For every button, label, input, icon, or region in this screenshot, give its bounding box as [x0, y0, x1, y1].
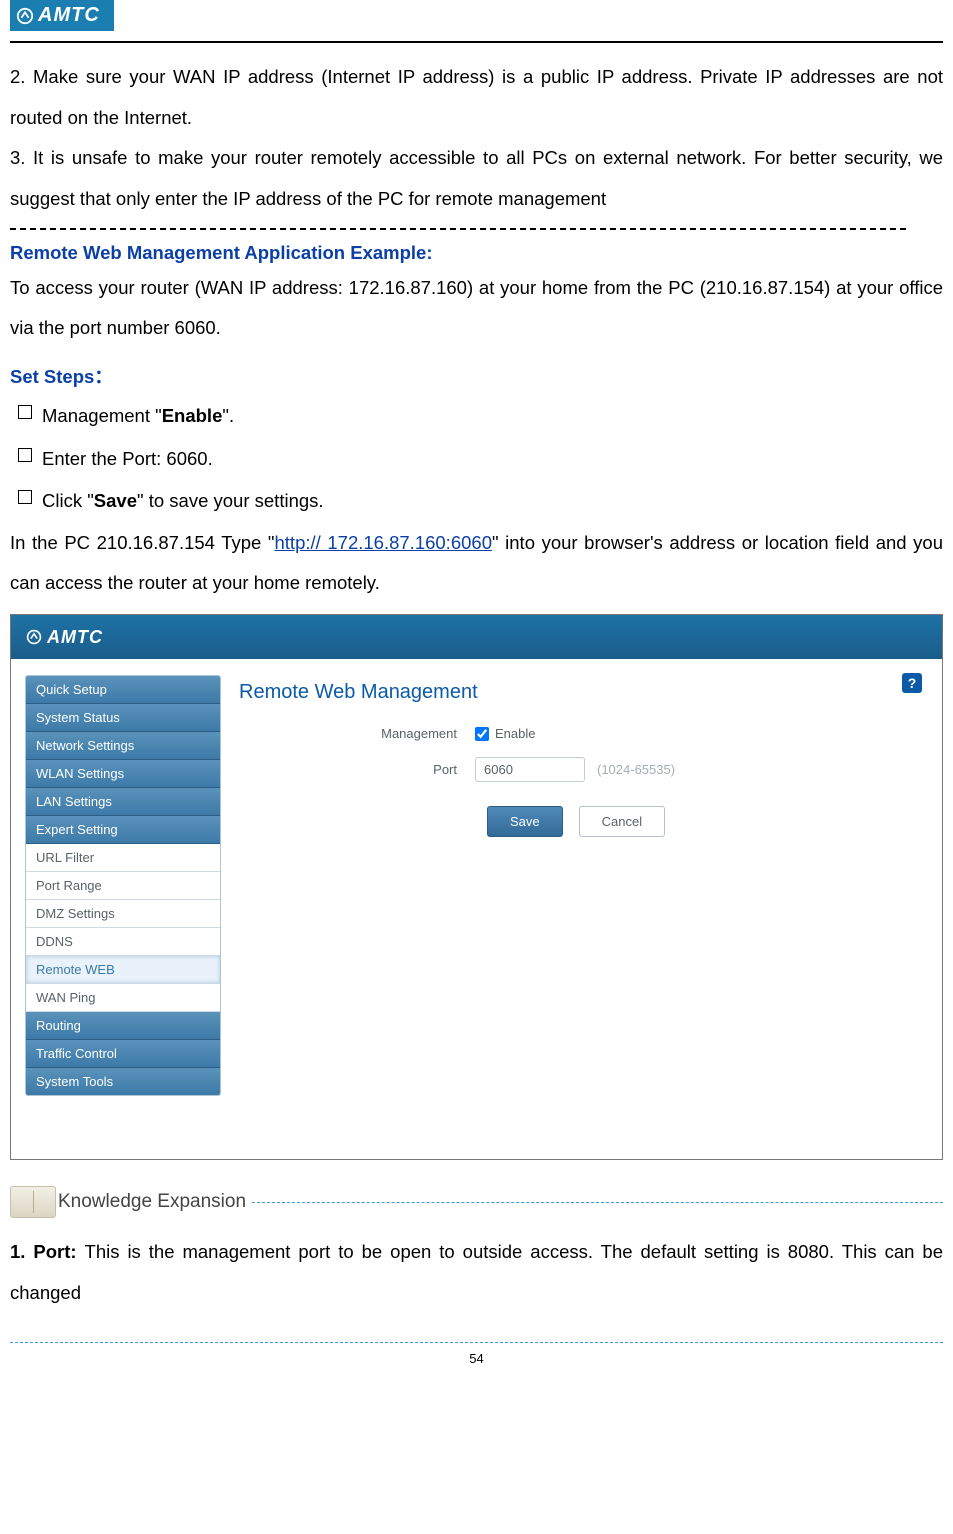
nav-system-status[interactable]: System Status: [26, 704, 220, 732]
step-2: Enter the Port: 6060.: [42, 438, 943, 481]
cancel-button[interactable]: Cancel: [579, 806, 665, 837]
step-3c: " to save your settings.: [137, 490, 324, 511]
label-management: Management: [347, 726, 457, 741]
help-icon[interactable]: ?: [902, 673, 922, 693]
step-list: Management "Enable". Enter the Port: 606…: [10, 395, 943, 523]
example-text: To access your router (WAN IP address: 1…: [10, 268, 943, 349]
ss-title: Remote Web Management: [239, 681, 928, 704]
nav-dmz-settings[interactable]: DMZ Settings: [26, 900, 220, 928]
nav-wlan-settings[interactable]: WLAN Settings: [26, 760, 220, 788]
router-screenshot: AMTC Quick Setup System Status Network S…: [10, 614, 943, 1160]
nav-lan-settings[interactable]: LAN Settings: [26, 788, 220, 816]
nav-system-tools[interactable]: System Tools: [26, 1068, 220, 1095]
label-port: Port: [347, 762, 457, 777]
nav-network-settings[interactable]: Network Settings: [26, 732, 220, 760]
nav-routing[interactable]: Routing: [26, 1012, 220, 1040]
divider-dashed: [10, 228, 906, 230]
page-number: 54: [10, 1351, 943, 1366]
example-url-link[interactable]: http:// 172.16.87.160:6060: [275, 532, 492, 553]
example-heading: Remote Web Management Application Exampl…: [10, 242, 943, 264]
ss-nav: Quick Setup System Status Network Settin…: [25, 675, 221, 1096]
input-port[interactable]: [475, 757, 585, 782]
para-2: 2. Make sure your WAN IP address (Intern…: [10, 57, 943, 138]
knowledge-dashes: [252, 1202, 943, 1203]
nav-quick-setup[interactable]: Quick Setup: [26, 676, 220, 704]
book-icon: [10, 1186, 56, 1218]
step-3: Click "Save" to save your settings.: [42, 480, 943, 523]
para-3: 3. It is unsafe to make your router remo…: [10, 138, 943, 219]
ss-form: Management Enable Port (1024-65535) Save…: [347, 726, 928, 837]
hint-port-range: (1024-65535): [597, 762, 675, 777]
knowledge-label: Knowledge Expansion: [58, 1191, 246, 1213]
ss-header: AMTC: [11, 615, 942, 659]
after-steps-para: In the PC 210.16.87.154 Type "http:// 17…: [10, 523, 943, 604]
step-1: Management "Enable".: [42, 395, 943, 438]
nav-remote-web[interactable]: Remote WEB: [26, 956, 220, 984]
save-button[interactable]: Save: [487, 806, 563, 837]
step-1b: Enable: [162, 405, 223, 426]
header-logo: AMTC: [10, 0, 114, 31]
nav-traffic-control[interactable]: Traffic Control: [26, 1040, 220, 1068]
nav-port-range[interactable]: Port Range: [26, 872, 220, 900]
header-rule: [10, 41, 943, 43]
bottom-dashes: [10, 1342, 943, 1343]
step-3b: Save: [94, 490, 137, 511]
knowledge-port-bold: 1. Port:: [10, 1241, 85, 1262]
row-management: Management Enable: [347, 726, 928, 741]
logo-text: AMTC: [38, 4, 100, 27]
nav-url-filter[interactable]: URL Filter: [26, 844, 220, 872]
ss-sidebar: Quick Setup System Status Network Settin…: [25, 675, 221, 1145]
step-1a: Management ": [42, 405, 162, 426]
row-port: Port (1024-65535): [347, 757, 928, 782]
label-enable: Enable: [495, 726, 535, 741]
knowledge-port-text: This is the management port to be open t…: [10, 1241, 943, 1303]
ss-buttons: Save Cancel: [487, 806, 928, 837]
after-pre: In the PC 210.16.87.154 Type ": [10, 532, 275, 553]
set-steps-label: Set Steps：: [10, 363, 943, 389]
knowledge-port-para: 1. Port: This is the management port to …: [10, 1232, 943, 1313]
checkbox-enable[interactable]: [475, 727, 489, 741]
gauge-icon: [25, 628, 43, 646]
ss-logo-text: AMTC: [47, 627, 103, 648]
nav-ddns[interactable]: DDNS: [26, 928, 220, 956]
step-3a: Click ": [42, 490, 94, 511]
ss-content: ? Remote Web Management Management Enabl…: [237, 675, 928, 1145]
knowledge-row: Knowledge Expansion: [10, 1186, 943, 1218]
step-1c: ".: [222, 405, 234, 426]
nav-wan-ping[interactable]: WAN Ping: [26, 984, 220, 1012]
nav-expert-setting[interactable]: Expert Setting: [26, 816, 220, 844]
gauge-icon: [16, 7, 34, 25]
